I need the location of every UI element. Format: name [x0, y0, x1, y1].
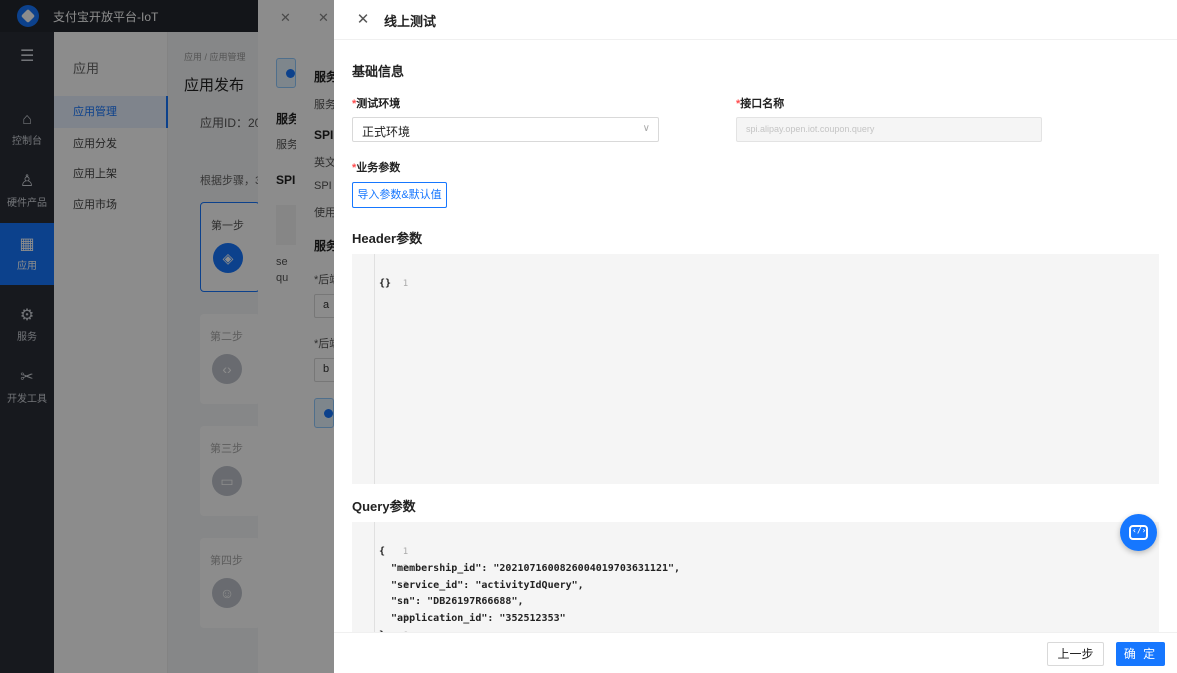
- drawer-title: 线上测试: [384, 14, 437, 29]
- prev-step-button[interactable]: 上一步: [1047, 642, 1104, 666]
- query-params-editor[interactable]: 1{ 2 "membership_id": "20210716008260040…: [352, 522, 1159, 632]
- code-line: 5 "application_id": "352512353": [379, 613, 566, 624]
- api-name-input: spi.alipay.open.iot.coupon.query: [736, 117, 1042, 142]
- code-line: 1{: [379, 546, 409, 557]
- code-line: 2 "membership_id": "20210716008260040197…: [379, 563, 681, 574]
- import-params-button[interactable]: 导入参数&默认值: [352, 182, 447, 208]
- floating-dev-assistant-button[interactable]: ‹/›: [1120, 514, 1157, 551]
- biz-params-label: *业务参数: [352, 162, 401, 174]
- online-test-drawer: ✕ 线上测试 基础信息 *测试环境 正式环境 ∨ *接口名称 spi.alipa…: [334, 0, 1177, 673]
- drawer-header: ✕ 线上测试: [334, 0, 1177, 40]
- env-select-value: 正式环境: [362, 125, 411, 139]
- drawer-footer: 上一步 确 定: [334, 632, 1177, 673]
- code-line: 6}: [352, 610, 1132, 632]
- confirm-button[interactable]: 确 定: [1116, 642, 1165, 666]
- chevron-down-icon: ∨: [642, 123, 650, 134]
- api-name-label: *接口名称: [736, 98, 785, 110]
- code-line: 3 "service_id": "activityIdQuery",: [379, 580, 584, 591]
- code-icon: ‹/›: [1132, 526, 1147, 535]
- env-label: *测试环境: [352, 98, 401, 110]
- code-line: 1{}: [379, 278, 409, 289]
- code-line: 4 "sn": "DB26197R66688",: [379, 596, 524, 607]
- close-icon[interactable]: ✕: [354, 11, 372, 29]
- header-params-title: Header参数: [352, 231, 423, 246]
- header-params-editor[interactable]: 1{}: [352, 254, 1159, 484]
- env-select[interactable]: 正式环境 ∨: [352, 117, 659, 142]
- query-params-title: Query参数: [352, 499, 416, 514]
- basic-info-title: 基础信息: [352, 64, 405, 79]
